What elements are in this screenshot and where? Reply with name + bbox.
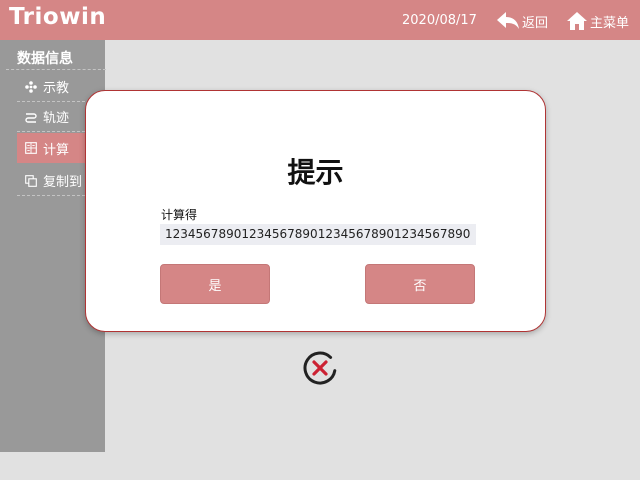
copy-icon [25, 174, 37, 187]
home-button[interactable]: 主菜单 [567, 8, 629, 34]
sidebar-item-label: 复制到 [43, 175, 83, 190]
close-icon [303, 351, 337, 385]
date-display: 2020/08/17 [402, 13, 477, 28]
no-button[interactable]: 否 [365, 264, 475, 304]
sidebar-item-label: 轨迹 [43, 111, 70, 126]
prompt-dialog: 提示 计算得 123456789012345678901234567890123… [85, 90, 546, 332]
home-icon [567, 12, 587, 30]
back-label: 返回 [522, 15, 549, 31]
home-label: 主菜单 [590, 15, 630, 31]
result-value: 1234567890123456789012345678901234567890 [160, 224, 476, 245]
calculator-icon [25, 142, 37, 154]
sidebar-title: 数据信息 [6, 44, 106, 70]
yes-button[interactable]: 是 [160, 264, 270, 304]
result-label: 计算得 [161, 208, 198, 222]
sidebar-item-label: 示教 [43, 81, 70, 96]
track-icon [25, 112, 37, 123]
close-button[interactable] [301, 349, 339, 387]
dialog-title: 提示 [287, 156, 344, 189]
gear-icon [25, 80, 37, 93]
back-button[interactable]: 返回 [497, 8, 548, 34]
sidebar-item-label: 计算 [43, 142, 70, 158]
header-bar: Triowin 2020/08/17 返回 主菜单 [0, 0, 640, 40]
brand-logo: Triowin [9, 4, 107, 30]
back-arrow-icon [497, 12, 519, 29]
